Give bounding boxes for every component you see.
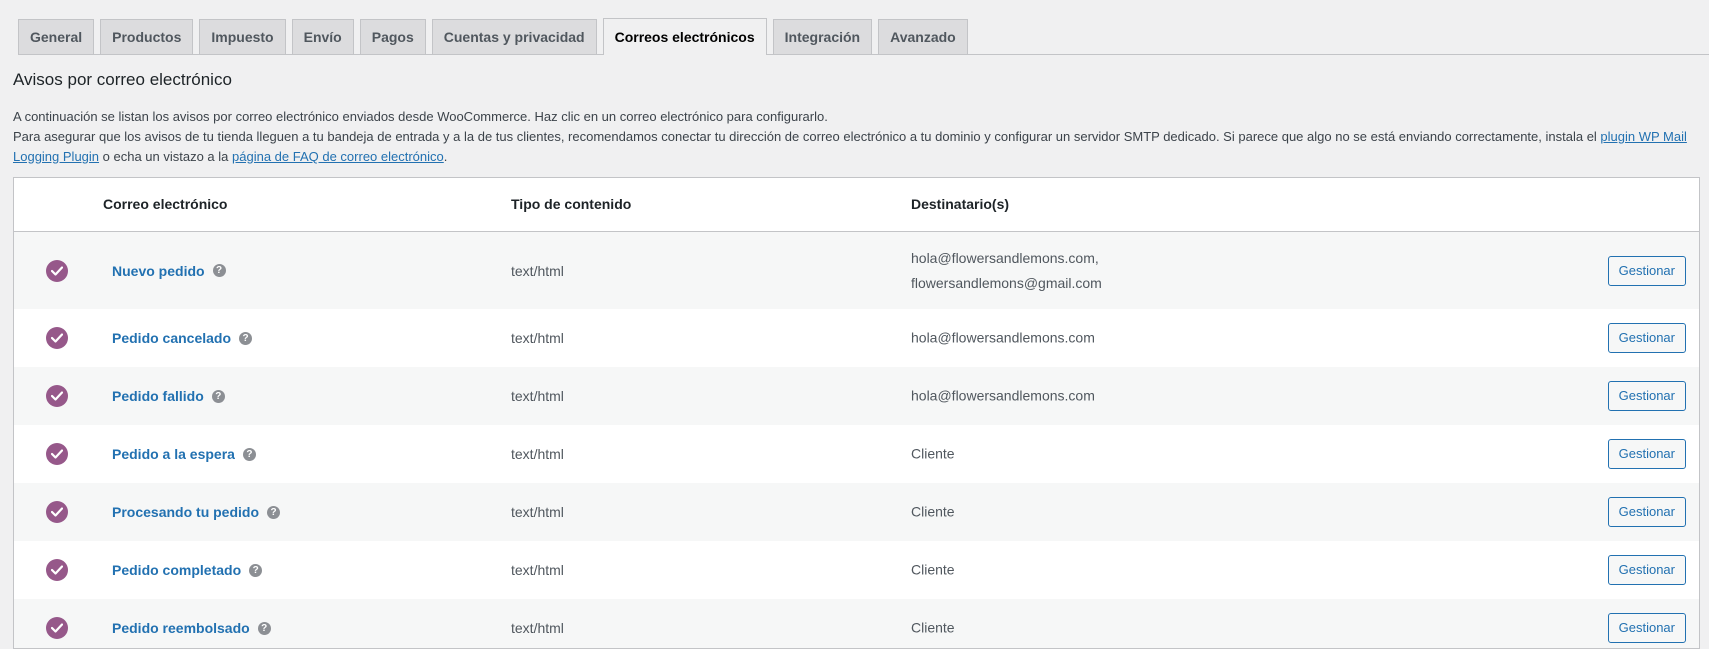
manage-button[interactable]: Gestionar: [1607, 555, 1686, 585]
help-icon[interactable]: ?: [242, 447, 256, 461]
smtp-text-3: .: [443, 149, 448, 164]
content-type: text/html: [511, 620, 564, 636]
email-name-link[interactable]: Nuevo pedido: [112, 263, 205, 279]
recipient: Cliente: [911, 561, 955, 578]
header-recipients: Destinatario(s): [911, 196, 1010, 212]
manage-button[interactable]: Gestionar: [1607, 381, 1686, 411]
recipient: Cliente: [911, 503, 955, 520]
email-name-cell: Pedido reembolsado ?: [112, 620, 271, 636]
tab-cuentas-privacidad[interactable]: Cuentas y privacidad: [431, 19, 597, 54]
tab-avanzado[interactable]: Avanzado: [878, 19, 968, 54]
header-email: Correo electrónico: [103, 196, 228, 212]
manage-button[interactable]: Gestionar: [1607, 255, 1686, 286]
content-type: text/html: [511, 388, 564, 404]
recipients: hola@flowersandlemons.com: [911, 326, 1095, 351]
smtp-text-2: o echa un vistazo a la: [99, 149, 233, 164]
help-icon[interactable]: ?: [212, 264, 226, 277]
recipient: hola@flowersandlemons.com: [911, 387, 1095, 404]
table-row: Pedido cancelado ? text/html hola@flower…: [14, 309, 1699, 367]
email-notifications-table: Correo electrónico Tipo de contenido Des…: [13, 177, 1700, 649]
content-type: text/html: [511, 262, 564, 279]
email-name-cell: Nuevo pedido ?: [112, 263, 226, 279]
email-faq-link[interactable]: página de FAQ de correo electrónico: [232, 149, 444, 164]
tab-general[interactable]: General: [18, 19, 95, 54]
settings-tabs: General Productos Impuesto Envío Pagos C…: [18, 17, 1709, 55]
tab-integracion[interactable]: Integración: [772, 19, 873, 54]
recipient: hola@flowersandlemons.com,: [911, 249, 1099, 266]
table-row: Pedido completado ? text/html Cliente Ge…: [14, 541, 1699, 599]
recipients: Cliente: [911, 442, 955, 467]
enabled-check-icon: [46, 259, 68, 282]
enabled-check-icon: [46, 559, 68, 581]
content-type: text/html: [511, 504, 564, 520]
email-name-link[interactable]: Pedido completado: [112, 562, 241, 578]
email-name-cell: Pedido fallido ?: [112, 388, 225, 404]
email-name-link[interactable]: Pedido cancelado: [112, 330, 231, 346]
enabled-check-icon: [46, 617, 68, 639]
manage-button[interactable]: Gestionar: [1607, 497, 1686, 527]
recipients: hola@flowersandlemons.com, flowersandlem…: [911, 246, 1102, 296]
help-icon[interactable]: ?: [239, 331, 253, 345]
table-row: Nuevo pedido ? text/html hola@flowersand…: [14, 232, 1699, 309]
recipient: Cliente: [911, 445, 955, 462]
help-icon[interactable]: ?: [211, 389, 225, 403]
recipient: hola@flowersandlemons.com: [911, 329, 1095, 346]
email-name-link[interactable]: Pedido fallido: [112, 388, 204, 404]
recipient: flowersandlemons@gmail.com: [911, 274, 1102, 291]
email-name-link[interactable]: Procesando tu pedido: [112, 504, 259, 520]
email-name-cell: Pedido a la espera ?: [112, 446, 256, 462]
manage-button[interactable]: Gestionar: [1607, 439, 1686, 469]
email-name-link[interactable]: Pedido reembolsado: [112, 620, 250, 636]
help-icon[interactable]: ?: [249, 563, 263, 577]
intro-text: A continuación se listan los avisos por …: [13, 109, 828, 124]
tab-correos-electronicos[interactable]: Correos electrónicos: [602, 18, 767, 55]
content-type: text/html: [511, 562, 564, 578]
enabled-check-icon: [46, 327, 68, 349]
content-type: text/html: [511, 446, 564, 462]
recipients: Cliente: [911, 558, 955, 583]
table-row: Procesando tu pedido ? text/html Cliente…: [14, 483, 1699, 541]
help-icon[interactable]: ?: [257, 621, 271, 635]
table-row: Pedido fallido ? text/html hola@flowersa…: [14, 367, 1699, 425]
table-row: Pedido a la espera ? text/html Cliente G…: [14, 425, 1699, 483]
page-title: Avisos por correo electrónico: [13, 70, 232, 89]
manage-button[interactable]: Gestionar: [1607, 323, 1686, 353]
enabled-check-icon: [46, 385, 68, 407]
table-header: Correo electrónico Tipo de contenido Des…: [14, 178, 1699, 232]
email-name-cell: Pedido completado ?: [112, 562, 263, 578]
recipient: Cliente: [911, 619, 955, 636]
smtp-notice: Para asegurar que los avisos de tu tiend…: [13, 127, 1709, 167]
tab-pagos[interactable]: Pagos: [359, 19, 426, 54]
tab-impuesto[interactable]: Impuesto: [199, 19, 286, 54]
content-type: text/html: [511, 330, 564, 346]
tab-envio[interactable]: Envío: [291, 19, 354, 54]
email-name-link[interactable]: Pedido a la espera: [112, 446, 235, 462]
smtp-text-1: Para asegurar que los avisos de tu tiend…: [13, 129, 1601, 144]
recipients: Cliente: [911, 616, 955, 641]
help-icon[interactable]: ?: [267, 505, 281, 519]
recipients: hola@flowersandlemons.com: [911, 384, 1095, 409]
page-description: A continuación se listan los avisos por …: [13, 107, 1709, 167]
email-name-cell: Procesando tu pedido ?: [112, 504, 281, 520]
enabled-check-icon: [46, 501, 68, 523]
tab-productos[interactable]: Productos: [100, 19, 194, 54]
manage-button[interactable]: Gestionar: [1607, 613, 1686, 643]
table-row: Pedido reembolsado ? text/html Cliente G…: [14, 599, 1699, 648]
recipients: Cliente: [911, 500, 955, 525]
header-content-type: Tipo de contenido: [511, 196, 632, 212]
email-name-cell: Pedido cancelado ?: [112, 330, 253, 346]
enabled-check-icon: [46, 443, 68, 465]
